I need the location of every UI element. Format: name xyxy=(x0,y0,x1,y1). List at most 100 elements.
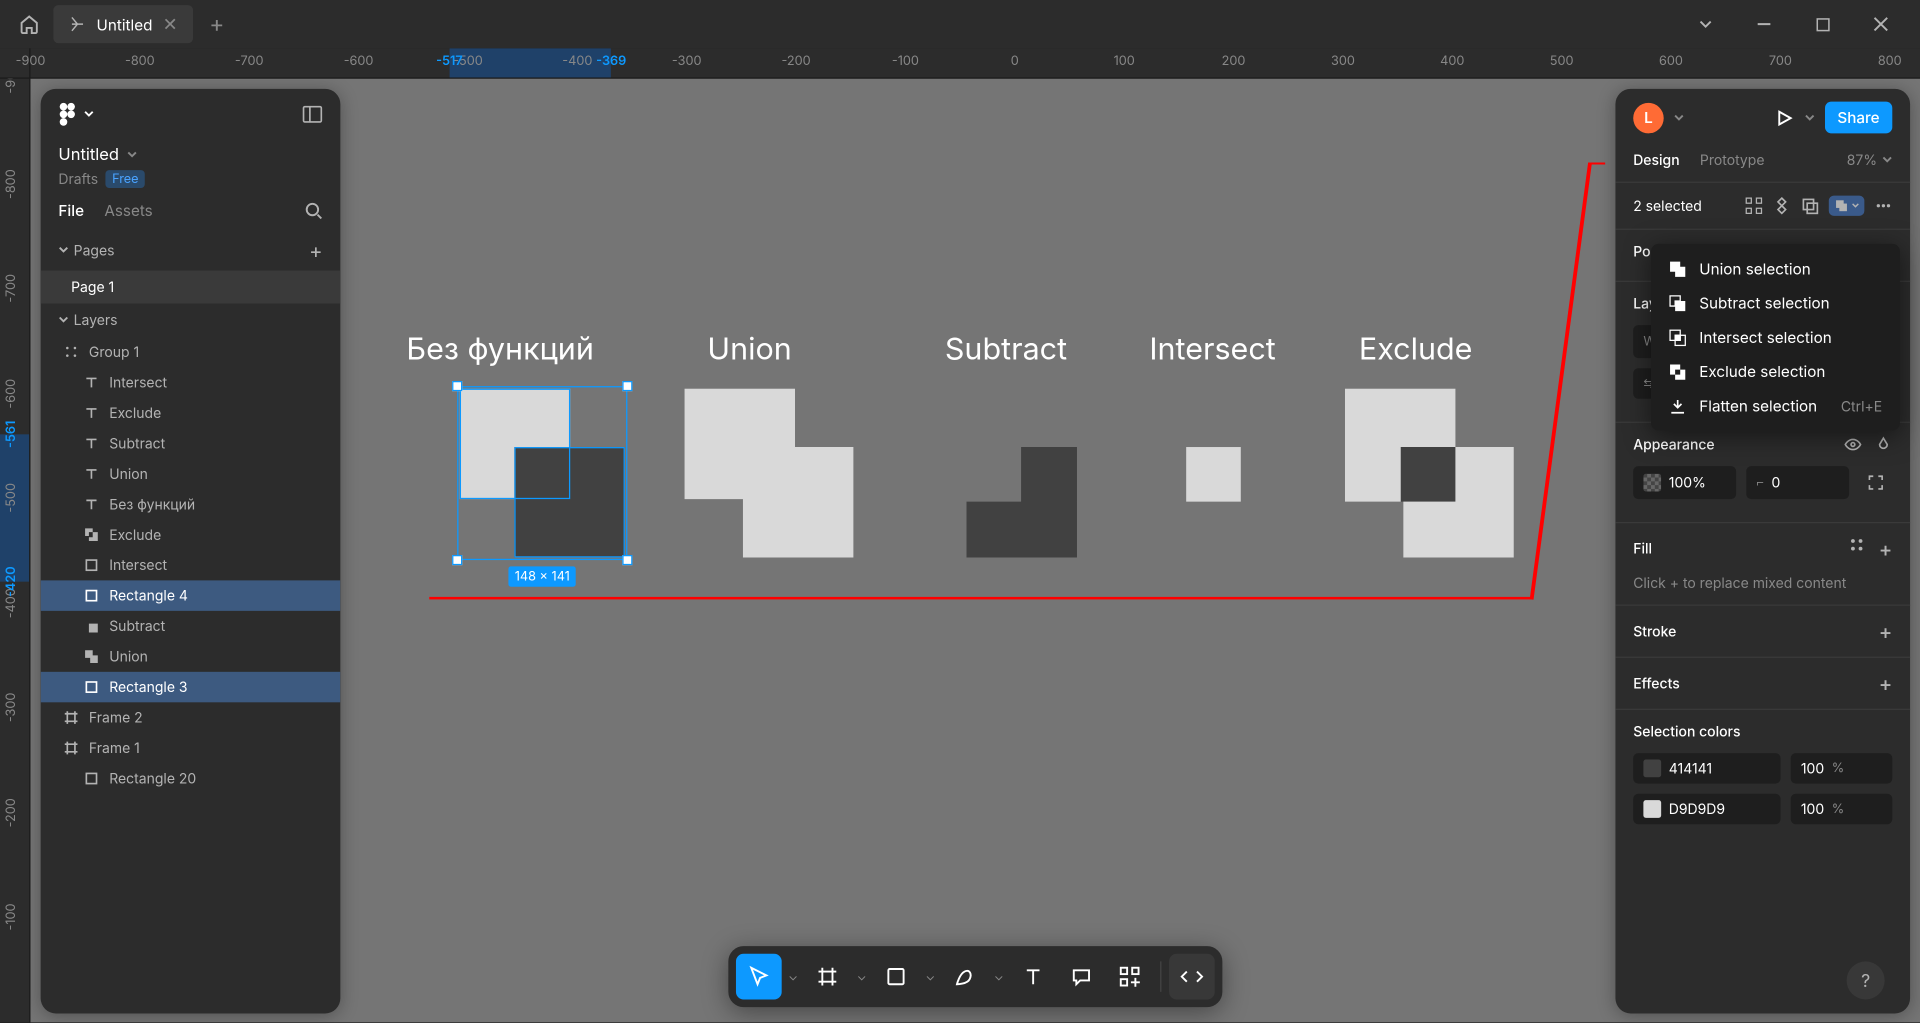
layer-item[interactable]: Exclude xyxy=(41,398,341,428)
zoom-control[interactable]: 87% xyxy=(1847,151,1893,169)
chevron-down-icon[interactable] xyxy=(1804,112,1814,122)
selection-color-2-opacity[interactable]: 100% xyxy=(1791,794,1893,824)
layers-section-header[interactable]: Layers xyxy=(41,304,341,337)
layer-name: Subtract xyxy=(109,617,165,635)
component-icon[interactable] xyxy=(1773,197,1791,215)
add-stroke-button[interactable]: + xyxy=(1879,618,1893,643)
canvas-subtract-shape[interactable] xyxy=(966,447,1076,557)
text-tool[interactable] xyxy=(1010,954,1056,1000)
tab-design[interactable]: Design xyxy=(1633,151,1679,169)
shape-tool-chevron[interactable]: ⌄ xyxy=(921,954,939,1000)
layer-item[interactable]: Frame 2 xyxy=(41,702,341,732)
pen-tool-chevron[interactable]: ⌄ xyxy=(990,954,1008,1000)
independent-corners-icon[interactable] xyxy=(1859,466,1892,499)
pen-tool[interactable] xyxy=(942,954,988,1000)
align-icon[interactable] xyxy=(1745,197,1763,215)
layer-item[interactable]: Intersect xyxy=(41,550,341,580)
effects-label: Effects xyxy=(1633,674,1680,692)
layer-name: Rectangle 4 xyxy=(109,587,188,605)
panels-toggle-icon[interactable] xyxy=(302,104,322,124)
tab-file[interactable]: File xyxy=(58,201,84,220)
pages-section-header[interactable]: Pages + xyxy=(41,230,341,271)
layer-item[interactable]: Без функций xyxy=(41,489,341,519)
menu-union-selection[interactable]: Union selection xyxy=(1651,251,1900,285)
layer-item[interactable]: Exclude xyxy=(41,519,341,549)
share-button[interactable]: Share xyxy=(1825,102,1893,134)
menu-intersect-selection[interactable]: Intersect selection xyxy=(1651,320,1900,354)
home-button[interactable] xyxy=(10,5,48,43)
layer-item[interactable]: Intersect xyxy=(41,367,341,397)
layer-item[interactable]: Rectangle 4 xyxy=(41,580,341,610)
visibility-icon[interactable] xyxy=(1844,436,1862,454)
canvas-intersect-shape[interactable] xyxy=(1186,447,1241,502)
boolean-ops-menu: Union selection Subtract selection Inter… xyxy=(1651,244,1900,431)
add-effect-button[interactable]: + xyxy=(1879,671,1893,696)
boolean-ops-button[interactable] xyxy=(1829,196,1865,216)
search-icon[interactable] xyxy=(305,201,323,219)
layer-item[interactable]: Union xyxy=(41,641,341,671)
frame-tool-chevron[interactable]: ⌄ xyxy=(853,954,871,1000)
dev-mode-toggle[interactable] xyxy=(1169,954,1215,1000)
selection-handle[interactable] xyxy=(622,555,632,565)
file-name[interactable]: Untitled xyxy=(58,145,322,165)
layer-item[interactable]: Subtract xyxy=(41,428,341,458)
canvas-exclude-shape[interactable] xyxy=(1345,389,1514,558)
selection-handle[interactable] xyxy=(452,381,462,391)
file-tab[interactable]: Untitled ✕ xyxy=(53,5,192,43)
tab-prototype[interactable]: Prototype xyxy=(1700,151,1765,169)
new-tab-button[interactable]: + xyxy=(198,5,236,43)
selection-bounds xyxy=(457,386,627,560)
window-maximize-icon[interactable] xyxy=(1793,0,1851,48)
help-button[interactable]: ? xyxy=(1847,961,1885,999)
frame-tool[interactable] xyxy=(805,954,851,1000)
present-button[interactable] xyxy=(1774,107,1794,127)
subtract-icon xyxy=(1669,294,1687,312)
layer-name: Subtract xyxy=(109,434,165,452)
window-close-icon[interactable] xyxy=(1852,0,1910,48)
layer-item[interactable]: Rectangle 20 xyxy=(41,763,341,793)
tab-title: Untitled xyxy=(97,15,153,34)
menu-flatten-selection[interactable]: Flatten selection Ctrl+E xyxy=(1651,389,1900,423)
figma-menu-button[interactable] xyxy=(58,102,94,127)
user-avatar[interactable]: L xyxy=(1633,102,1663,132)
layer-item[interactable]: Union xyxy=(41,458,341,488)
selection-color-1-opacity[interactable]: 100% xyxy=(1791,753,1893,783)
actions-tool[interactable] xyxy=(1107,954,1153,1000)
corner-radius-field[interactable]: ⌐0 xyxy=(1746,466,1849,499)
blend-icon[interactable] xyxy=(1875,436,1893,454)
chevron-down-icon xyxy=(84,109,94,119)
selection-color-2[interactable]: D9D9D9 xyxy=(1633,794,1780,824)
styles-icon[interactable] xyxy=(1848,536,1866,561)
layer-item[interactable]: Subtract xyxy=(41,611,341,641)
more-icon[interactable] xyxy=(1875,197,1893,215)
breadcrumb-drafts[interactable]: Drafts xyxy=(58,170,98,188)
selection-color-1[interactable]: 414141 xyxy=(1633,753,1780,783)
canvas-union-shape[interactable] xyxy=(685,389,854,558)
layer-name: Frame 2 xyxy=(89,709,143,727)
canvas-text-label: Без функций xyxy=(406,330,593,367)
close-tab-icon[interactable]: ✕ xyxy=(163,13,178,35)
mask-icon[interactable] xyxy=(1801,197,1819,215)
chevron-down-icon[interactable] xyxy=(1674,112,1684,122)
menu-exclude-selection[interactable]: Exclude selection xyxy=(1651,354,1900,388)
opacity-field[interactable]: 100% xyxy=(1633,466,1736,499)
selection-handle[interactable] xyxy=(622,381,632,391)
move-tool-chevron[interactable]: ⌄ xyxy=(784,954,802,1000)
shape-tool[interactable] xyxy=(873,954,919,1000)
comment-tool[interactable] xyxy=(1059,954,1105,1000)
canvas[interactable]: Без функций Union Subtract Intersect Exc… xyxy=(30,79,1920,1023)
layer-name: Union xyxy=(109,465,148,483)
move-tool[interactable] xyxy=(736,954,782,1000)
layer-item[interactable]: Frame 1 xyxy=(41,733,341,763)
selection-handle[interactable] xyxy=(452,555,462,565)
menu-subtract-selection[interactable]: Subtract selection xyxy=(1651,286,1900,320)
chevron-down-icon xyxy=(127,150,137,160)
tab-assets[interactable]: Assets xyxy=(104,201,152,220)
window-dropdown-icon[interactable] xyxy=(1676,0,1734,48)
add-fill-button[interactable]: + xyxy=(1879,536,1893,561)
add-page-button[interactable]: + xyxy=(309,237,322,262)
layer-item[interactable]: Rectangle 3 xyxy=(41,672,341,702)
window-minimize-icon[interactable] xyxy=(1735,0,1793,48)
layer-item[interactable]: Group 1 xyxy=(41,337,341,367)
page-item[interactable]: Page 1 xyxy=(41,271,341,304)
